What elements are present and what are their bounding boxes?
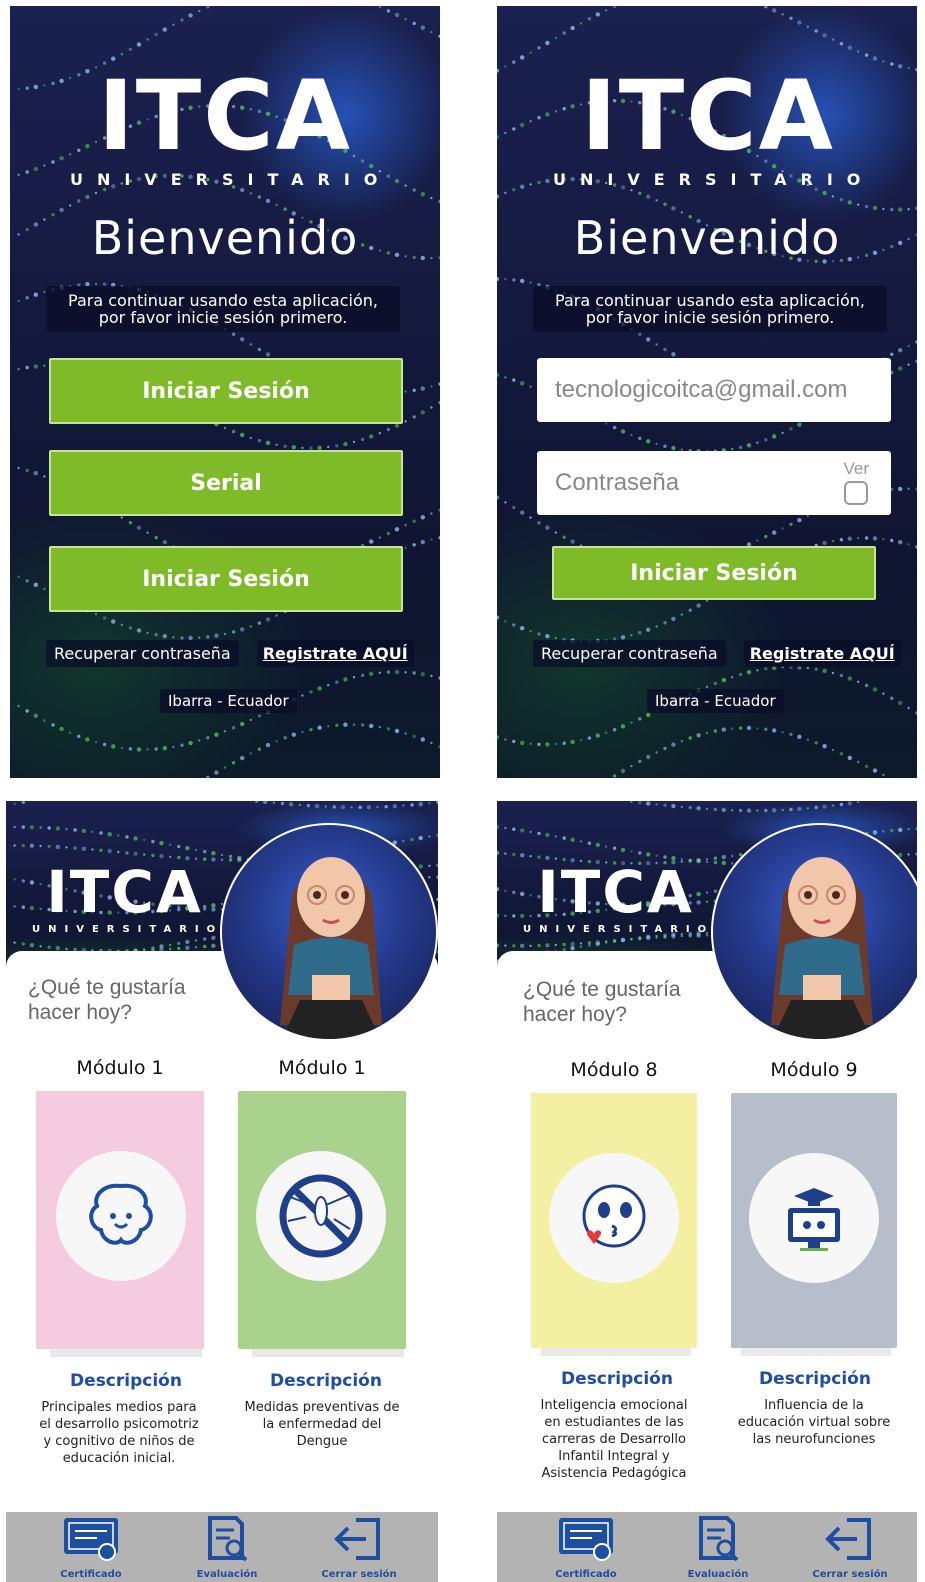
- show-password-toggle[interactable]: Ver: [843, 459, 869, 505]
- module-card[interactable]: [731, 1093, 897, 1348]
- serial-button[interactable]: Serial: [49, 450, 403, 516]
- nav-logout-label: Cerrar sesión: [812, 1569, 888, 1580]
- description-text: Medidas preventivas de la enfermedad del…: [244, 1400, 400, 1449]
- register-link[interactable]: Registrate AQUÍ: [743, 640, 901, 667]
- card-shadow: [50, 1349, 202, 1357]
- evaluation-icon: [699, 1516, 739, 1562]
- card-shadow: [541, 1348, 691, 1356]
- login-options-screen: ITCA UNIVERSITARIO Bienvenido Para conti…: [10, 6, 440, 778]
- module-card[interactable]: [36, 1091, 204, 1349]
- module-title: Módulo 8: [570, 1059, 658, 1081]
- itca-logo: ITCA UNIVERSITARIO: [523, 858, 715, 935]
- bottom-nav: Certificado Evaluación Cerrar sesión: [6, 1512, 438, 1582]
- no-mosquito-icon: [256, 1151, 386, 1281]
- password-field[interactable]: Contraseña Ver: [537, 451, 891, 515]
- greeting-question: ¿Qué te gustaría hacer hoy?: [28, 976, 186, 1024]
- location-label: Ibarra - Ecuador: [160, 689, 297, 713]
- login-button-secondary[interactable]: Iniciar Sesión: [49, 546, 403, 612]
- email-field[interactable]: tecnologicoitca@gmail.com: [537, 358, 891, 422]
- show-password-label: Ver: [843, 459, 869, 478]
- module-card[interactable]: [531, 1093, 697, 1348]
- recover-password-link[interactable]: Recuperar contraseña: [46, 640, 239, 667]
- avatar-girl-illustration: [280, 857, 382, 1039]
- description-title: Descripción: [270, 1371, 382, 1391]
- card-shadow: [252, 1349, 404, 1357]
- description-title: Descripción: [561, 1369, 673, 1389]
- module-title: Módulo 1: [278, 1057, 366, 1079]
- greeting-question: ¿Qué te gustaría hacer hoy?: [523, 978, 681, 1026]
- logout-icon: [334, 1518, 380, 1560]
- evaluation-icon: [208, 1516, 248, 1562]
- password-placeholder: Contraseña: [555, 469, 680, 496]
- avatar: [711, 823, 917, 1041]
- nav-logout[interactable]: Cerrar sesión: [304, 1514, 414, 1580]
- welcome-title: Bienvenido: [91, 211, 359, 265]
- avatar: [220, 823, 438, 1041]
- modules-screen-b: ITCA UNIVERSITARIO ¿Qué te gustaría hace…: [497, 801, 917, 1582]
- nav-evaluation[interactable]: Evaluación: [663, 1514, 773, 1580]
- description-title: Descripción: [70, 1371, 182, 1391]
- nav-evaluation-label: Evaluación: [687, 1569, 749, 1580]
- welcome-subtitle: Para continuar usando esta aplicación, p…: [46, 286, 400, 332]
- nav-evaluation[interactable]: Evaluación: [172, 1514, 282, 1580]
- kiss-emoji-icon: [549, 1153, 679, 1283]
- logout-icon: [825, 1518, 871, 1560]
- brain-icon: [56, 1151, 186, 1281]
- location-label: Ibarra - Ecuador: [647, 689, 784, 713]
- card-shadow: [741, 1348, 891, 1356]
- itca-logo: ITCA UNIVERSITARIO: [553, 60, 875, 189]
- modules-screen-a: ITCA UNIVERSITARIO ¿Qué te gustaría hace…: [6, 801, 438, 1582]
- module-title: Módulo 1: [76, 1057, 164, 1079]
- certificate-icon: [559, 1518, 613, 1561]
- nav-certificate-label: Certificado: [60, 1569, 122, 1580]
- itca-logo: ITCA UNIVERSITARIO: [32, 858, 224, 935]
- certificate-icon: [64, 1518, 118, 1561]
- nav-logout-label: Cerrar sesión: [321, 1569, 397, 1580]
- itca-logo: ITCA UNIVERSITARIO: [70, 60, 392, 189]
- bottom-nav: Certificado Evaluación Cerrar sesión: [497, 1512, 917, 1582]
- nav-certificate-label: Certificado: [555, 1569, 617, 1580]
- nav-certificate[interactable]: Certificado: [531, 1514, 641, 1580]
- description-title: Descripción: [759, 1369, 871, 1389]
- login-button[interactable]: Iniciar Sesión: [49, 358, 403, 424]
- description-text: Inteligencia emocional en estudiantes de…: [540, 1398, 688, 1481]
- register-link[interactable]: Registrate AQUÍ: [256, 640, 414, 667]
- login-form-screen: ITCA UNIVERSITARIO Bienvenido Para conti…: [497, 6, 917, 778]
- submit-login-button[interactable]: Iniciar Sesión: [552, 546, 876, 600]
- graduation-monitor-icon: [749, 1153, 879, 1283]
- description-text: Influencia de la educación virtual sobre…: [737, 1398, 891, 1447]
- account-links: Recuperar contraseña Registrate AQUÍ: [533, 640, 901, 667]
- module-card[interactable]: [238, 1091, 406, 1349]
- module-title: Módulo 9: [770, 1059, 858, 1081]
- nav-certificate[interactable]: Certificado: [36, 1514, 146, 1580]
- account-links: Recuperar contraseña Registrate AQUÍ: [46, 640, 414, 667]
- nav-evaluation-label: Evaluación: [196, 1569, 258, 1580]
- nav-logout[interactable]: Cerrar sesión: [795, 1514, 905, 1580]
- welcome-title: Bienvenido: [573, 211, 841, 265]
- description-text: Principales medios para el desarrollo ps…: [39, 1400, 199, 1466]
- avatar-girl-illustration: [771, 857, 873, 1039]
- recover-password-link[interactable]: Recuperar contraseña: [533, 640, 726, 667]
- welcome-subtitle: Para continuar usando esta aplicación, p…: [533, 286, 887, 332]
- show-password-checkbox[interactable]: [844, 481, 869, 505]
